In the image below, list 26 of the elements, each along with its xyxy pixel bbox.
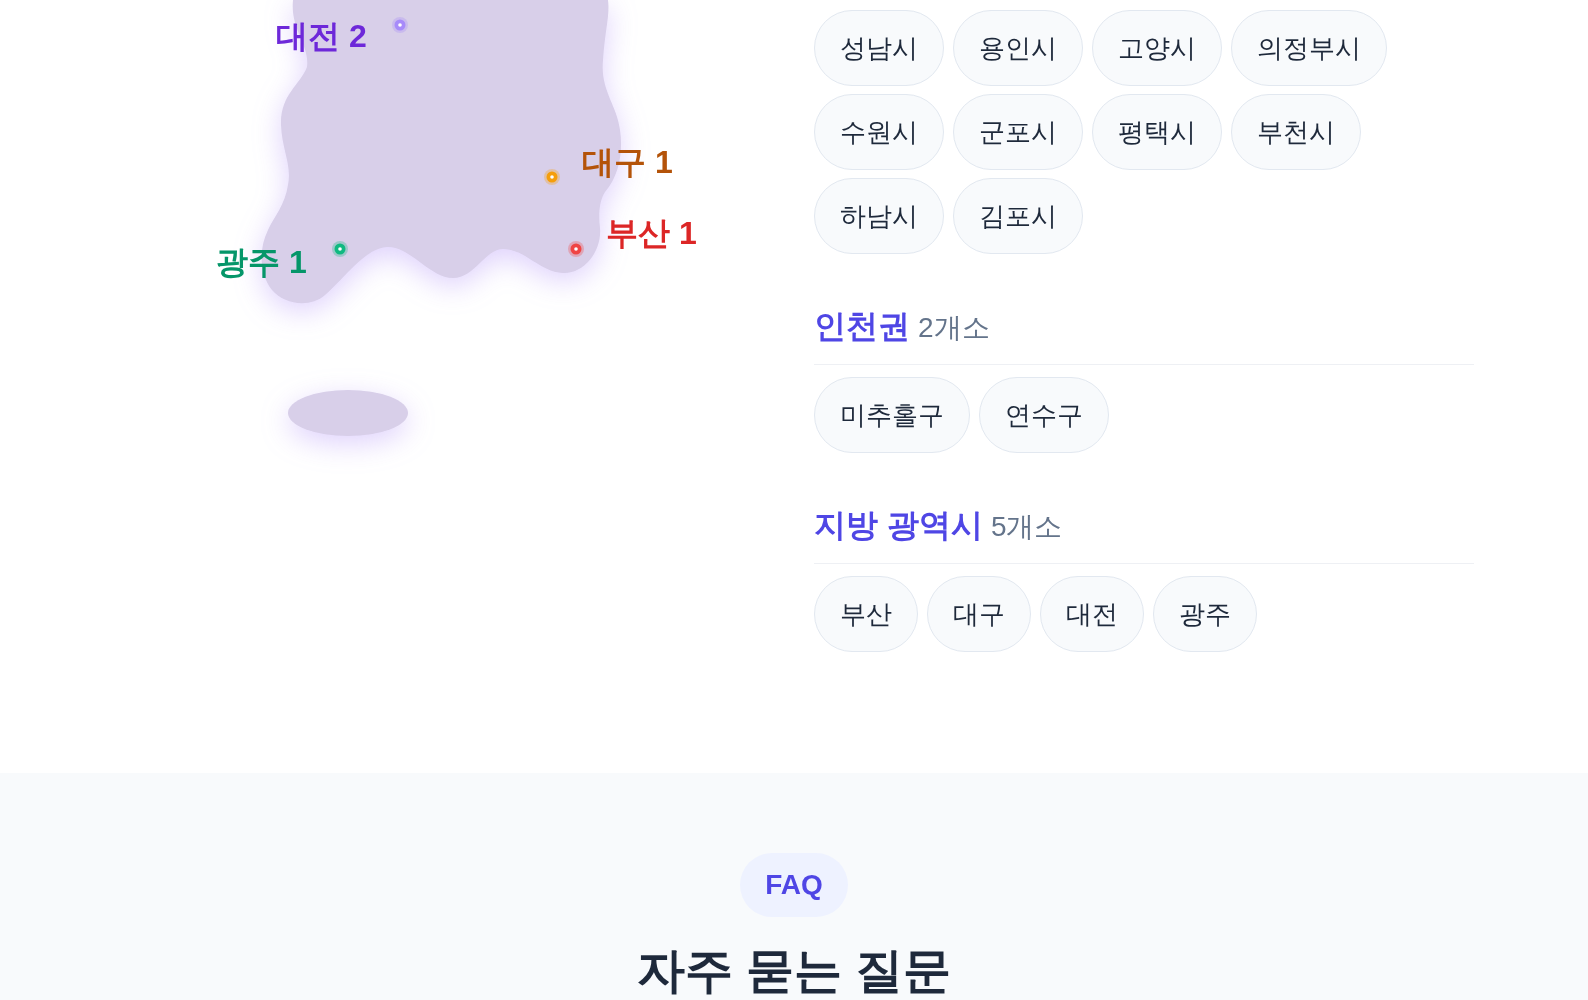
section-badge: FAQ [740, 853, 848, 917]
group-count: 5개소 [990, 510, 1063, 544]
region-tag: 용인시 [953, 10, 1083, 86]
region-tag: 미추홀구 [814, 377, 970, 453]
region-tag: 성남시 [814, 10, 944, 86]
group-title: 지방 광역시 [814, 506, 983, 545]
map-pin-label: 대구 1 [582, 143, 673, 182]
map-pin-label: 대전 2 [276, 17, 367, 56]
map-pin-label: 부산 1 [606, 214, 697, 253]
map-pin-label: 광주 1 [216, 243, 307, 282]
region-tag: 군포시 [953, 94, 1083, 170]
section-title: 자주 묻는 질문 [636, 945, 952, 997]
region-tag: 평택시 [1092, 94, 1222, 170]
region-tag: 연수구 [979, 377, 1109, 453]
region-tag: 대전 [1040, 576, 1144, 652]
region-tag: 광주 [1153, 576, 1257, 652]
region-tag: 김포시 [953, 178, 1083, 254]
group-title: 인천권 [814, 307, 910, 346]
region-tag: 대구 [927, 576, 1031, 652]
region-tag: 부천시 [1231, 94, 1361, 170]
group-count: 2개소 [918, 311, 990, 345]
region-tag: 고양시 [1092, 10, 1222, 86]
region-tag: 하남시 [814, 178, 944, 254]
region-tag: 의정부시 [1231, 10, 1387, 86]
region-tag: 부산 [814, 576, 918, 652]
region-tag: 수원시 [814, 94, 944, 170]
